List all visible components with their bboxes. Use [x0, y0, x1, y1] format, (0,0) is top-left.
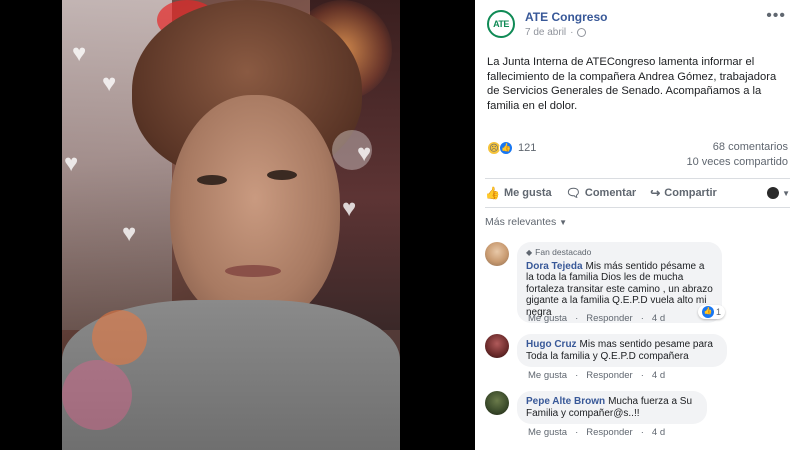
shares-count-link[interactable]: 10 veces compartido	[687, 156, 789, 168]
thumbs-up-icon: 👍	[485, 186, 500, 200]
caret-down-icon: ▼	[559, 218, 568, 227]
comment-reply-link[interactable]: Responder	[586, 370, 632, 381]
comment-button-label: Comentar	[584, 187, 637, 199]
comment-reply-link[interactable]: Responder	[586, 313, 632, 324]
comment-actions: Me gusta · Responder · 4 d	[528, 427, 666, 438]
comments-count-link[interactable]: 68 comentarios	[713, 141, 788, 153]
comment-item: ◆ Fan destacado Dora Tejeda Mis más senti…	[485, 242, 790, 332]
actor-selector[interactable]: ▼	[767, 187, 790, 199]
sort-label: Más relevantes	[485, 216, 557, 228]
like-reaction-icon: 👍	[499, 141, 513, 155]
post-date[interactable]: 7 de abril	[525, 27, 566, 38]
badge-label: Fan destacado	[535, 247, 592, 257]
comment-reply-link[interactable]: Responder	[586, 427, 632, 438]
comment-button[interactable]: 🗨 Comentar	[566, 186, 637, 200]
comment-reaction-count: 1	[716, 307, 722, 317]
photo-viewer: ♥ ♥ ♥ ♥ ♥ ♥	[0, 0, 475, 450]
like-button[interactable]: 👍 Me gusta	[485, 186, 552, 200]
comment-like-link[interactable]: Me gusta	[528, 427, 567, 438]
comment-author[interactable]: Hugo Cruz	[526, 339, 577, 350]
like-reaction-icon: 👍	[702, 306, 714, 318]
actor-avatar	[767, 187, 780, 199]
comment-icon: 🗨	[565, 186, 581, 200]
comment-actions: Me gusta · Responder · 4 d	[528, 370, 666, 381]
caret-down-icon: ▼	[782, 188, 790, 198]
comment-item: Pepe Alte Brown Mucha fuerza a Su Familia…	[485, 391, 790, 441]
reactions-summary: ☹ 👍 121 68 comentarios 10 veces comparti…	[487, 140, 788, 170]
comment-actions: Me gusta · Responder · 4 d	[528, 313, 666, 324]
more-options-icon[interactable]: •••	[766, 8, 786, 24]
comment-author[interactable]: Dora Tejeda	[526, 261, 583, 272]
comment-like-link[interactable]: Me gusta	[528, 370, 567, 381]
share-button[interactable]: ↪ Compartir	[650, 186, 717, 200]
share-icon: ↪	[650, 186, 661, 200]
avatar[interactable]	[485, 391, 509, 415]
post-actions: 👍 Me gusta 🗨 Comentar ↪ Compartir ▼	[485, 178, 790, 208]
comment-bubble: ◆ Fan destacado Dora Tejeda Mis más senti…	[517, 242, 722, 323]
comment-time[interactable]: 4 d	[652, 313, 665, 324]
post-panel: ATE ATE Congreso 7 de abril · ••• La Jun…	[475, 0, 800, 450]
diamond-icon: ◆	[526, 248, 533, 257]
page-name[interactable]: ATE Congreso	[525, 10, 607, 24]
comment-bubble: Hugo Cruz Mis mas sentido pesame para Tod…	[517, 334, 727, 367]
comment-sort-dropdown[interactable]: Más relevantes ▼	[485, 216, 567, 228]
reaction-icons[interactable]: ☹ 👍 121	[487, 141, 536, 155]
top-fan-badge: ◆ Fan destacado	[526, 247, 713, 259]
avatar[interactable]	[485, 242, 509, 266]
comment-time[interactable]: 4 d	[652, 370, 665, 381]
avatar[interactable]	[485, 334, 509, 358]
comment-reaction-badge[interactable]: 👍 1	[698, 305, 726, 319]
like-button-label: Me gusta	[503, 187, 552, 199]
comment-time[interactable]: 4 d	[652, 427, 665, 438]
post-photo[interactable]: ♥ ♥ ♥ ♥ ♥ ♥	[62, 0, 400, 450]
reaction-count: 121	[518, 142, 537, 154]
comment-item: Hugo Cruz Mis mas sentido pesame para Tod…	[485, 334, 790, 384]
comment-bubble: Pepe Alte Brown Mucha fuerza a Su Familia…	[517, 391, 707, 424]
post-text: La Junta Interna de ATECongreso lamenta …	[487, 56, 777, 112]
post-meta: 7 de abril ·	[525, 27, 587, 38]
post-header: ATE ATE Congreso 7 de abril · •••	[487, 8, 790, 50]
globe-icon	[577, 28, 587, 37]
comment-like-link[interactable]: Me gusta	[528, 313, 567, 324]
comment-author[interactable]: Pepe Alte Brown	[526, 396, 605, 407]
page-avatar[interactable]: ATE	[487, 10, 515, 38]
page-avatar-logo: ATE	[493, 19, 509, 29]
share-button-label: Compartir	[664, 187, 717, 199]
